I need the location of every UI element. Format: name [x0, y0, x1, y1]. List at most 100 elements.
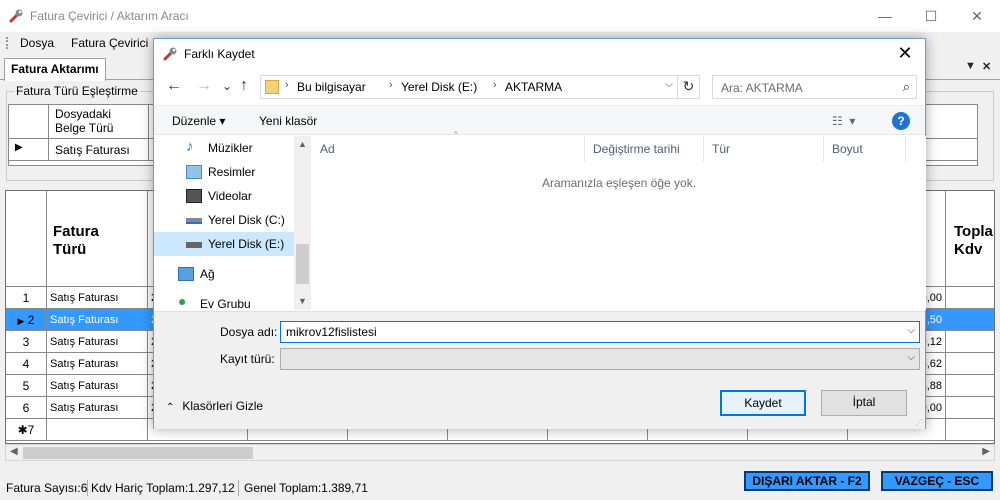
cell[interactable] [47, 419, 148, 441]
column-header-boyut[interactable]: Boyut [824, 136, 906, 162]
tab-fatura-aktarimi[interactable]: Fatura Aktarımı [4, 58, 106, 81]
maximize-button[interactable]: ☐ [908, 0, 954, 32]
cell[interactable] [946, 419, 994, 441]
file-type-select[interactable]: ⌵ [280, 348, 920, 370]
export-button[interactable]: DIŞARI AKTAR - F2 [744, 471, 870, 491]
chevron-down-icon[interactable]: ⌵ [907, 325, 915, 336]
nav-item-disk-c[interactable]: Yerel Disk (C:) [154, 208, 294, 232]
save-button[interactable]: Kaydet [720, 390, 806, 416]
status-kdv-haric: Kdv Hariç Toplam:1.297,12 [91, 481, 235, 495]
folder-icon [265, 80, 279, 94]
wrench-app-icon [9, 9, 23, 23]
scroll-up-icon[interactable]: ▲ [298, 139, 307, 149]
nav-item-label: Yerel Disk (E:) [208, 237, 285, 251]
new-folder-button[interactable]: Yeni klasör [259, 114, 317, 128]
nav-item-resimler[interactable]: Resimler [154, 160, 294, 184]
cell-fatura-turu[interactable]: Satış Faturası [47, 375, 148, 397]
help-icon[interactable]: ? [892, 112, 910, 130]
search-box[interactable]: Ara: AKTARMA ⌕ [712, 75, 917, 99]
row-number: 1 [6, 287, 47, 309]
cell-toplam-kdv[interactable] [946, 397, 994, 419]
file-list[interactable]: ⌃ Ad Değiştirme tarihi Tür Boyut Aramanı… [312, 130, 926, 310]
nav-item-label: Videolar [208, 189, 252, 203]
row-number: 3 [6, 331, 47, 353]
column-header-degistirme-tarihi[interactable]: Değiştirme tarihi [584, 136, 704, 162]
row-number: ▶ 2 [6, 309, 47, 331]
file-name-value: mikrov12fislistesi [286, 325, 377, 339]
dialog-close-icon[interactable]: ✕ [893, 43, 917, 64]
cell-toplam-kdv[interactable] [946, 353, 994, 375]
refresh-icon[interactable]: ↻ [677, 76, 699, 98]
cell-toplam-kdv[interactable] [946, 375, 994, 397]
resize-grip-icon[interactable]: ⋰ [915, 418, 923, 427]
nav-item-disk-e[interactable]: Yerel Disk (E:) [154, 232, 294, 256]
tab-dropdown-icon[interactable]: ▼ [965, 60, 976, 72]
file-type-label: Kayıt türü: [220, 352, 275, 366]
nav-item-label: Yerel Disk (C:) [208, 213, 285, 227]
breadcrumb-chevron-icon: › [389, 79, 393, 91]
breadcrumb-bu-bilgisayar[interactable]: Bu bilgisayar [297, 80, 366, 94]
nav-item-ag[interactable]: Ağ [154, 262, 294, 286]
app-title: Fatura Çevirici / Aktarım Aracı [30, 9, 189, 23]
nav-item-ev-grubu[interactable]: ● Ev Grubu [154, 292, 294, 310]
forward-arrow-icon[interactable]: → [196, 77, 212, 95]
cancel-button[interactable]: İptal [821, 390, 907, 416]
scroll-thumb[interactable] [296, 244, 309, 284]
cell-fatura-turu[interactable]: Satış Faturası [47, 309, 148, 331]
cell-fatura-turu[interactable]: Satış Faturası [47, 331, 148, 353]
nav-pane-scrollbar[interactable]: ▲ ▼ [294, 136, 311, 310]
hide-folders-toggle[interactable]: ⌃ Klasörleri Gizle [166, 399, 263, 413]
scroll-right-icon[interactable]: ▶ [982, 446, 990, 457]
vazgec-button[interactable]: VAZGEÇ - ESC [881, 471, 993, 491]
grid-header-fatura-turu[interactable]: Fatura Türü [47, 191, 148, 287]
back-arrow-icon[interactable]: ← [166, 77, 182, 95]
address-bar[interactable]: › Bu bilgisayar › Yerel Disk (E:) › AKTA… [260, 75, 700, 99]
cell-toplam-kdv[interactable] [946, 331, 994, 353]
nav-item-label: Müzikler [208, 141, 253, 155]
mapping-row-value[interactable]: Satış Faturası [49, 139, 149, 161]
nav-item-videolar[interactable]: Videolar [154, 184, 294, 208]
file-name-field[interactable]: mikrov12fislistesi ⌵ [280, 321, 920, 343]
tab-close-icon[interactable]: ✕ [982, 60, 991, 73]
column-header-ad[interactable]: Ad [312, 136, 584, 162]
mapping-grid-corner [9, 105, 49, 139]
grid-header-fatura-turu-label: Fatura Türü [53, 223, 99, 258]
breadcrumb-aktarma[interactable]: AKTARMA [505, 80, 562, 94]
row-number-label: 2 [27, 313, 35, 327]
chevron-up-icon: ⌃ [166, 402, 175, 413]
close-button[interactable]: ✕ [954, 0, 1000, 32]
cell-fatura-turu[interactable]: Satış Faturası [47, 353, 148, 375]
empty-message: Aramanızla eşleşen öğe yok. [541, 176, 697, 190]
organize-button[interactable]: Düzenle ▾ [172, 114, 225, 128]
drive-icon [186, 218, 202, 224]
scroll-thumb[interactable] [23, 447, 253, 459]
dialog-titlebar: Farklı Kaydet ✕ [154, 39, 925, 69]
column-header-tur[interactable]: Tür [704, 136, 824, 162]
grid-header-toplam-kdv[interactable]: Toplam Kdv [946, 191, 994, 287]
nav-item-muzikler[interactable]: ♪ Müzikler [154, 136, 294, 160]
cell-fatura-turu[interactable]: Satış Faturası [47, 397, 148, 419]
cell-toplam-kdv[interactable] [946, 287, 994, 309]
recent-locations-icon[interactable]: ⌄ [222, 79, 232, 93]
menu-fatura-cevirici[interactable]: Fatura Çevirici [71, 36, 148, 50]
up-arrow-icon[interactable]: ↑ [240, 77, 248, 95]
cell-toplam-kdv[interactable] [946, 309, 994, 331]
scroll-left-icon[interactable]: ◀ [10, 446, 18, 457]
search-input[interactable]: Ara: AKTARMA [721, 81, 803, 95]
breadcrumb-chevron-icon: › [493, 79, 497, 91]
cell-fatura-turu[interactable]: Satış Faturası [47, 287, 148, 309]
status-genel-toplam: Genel Toplam:1.389,71 [244, 481, 368, 495]
menu-dosya[interactable]: Dosya [20, 36, 54, 50]
organize-label: Düzenle [172, 114, 217, 128]
address-dropdown-icon[interactable]: ⌵ [665, 79, 673, 90]
view-options-icon[interactable]: ☷ ▾ [832, 114, 855, 128]
network-icon [178, 267, 194, 281]
breadcrumb-yerel-disk[interactable]: Yerel Disk (E:) [401, 80, 477, 94]
grid-horizontal-scrollbar[interactable]: ◀ ▶ [5, 444, 995, 461]
status-separator [87, 480, 88, 496]
chevron-down-icon[interactable]: ⌵ [907, 352, 915, 363]
minimize-button[interactable]: — [862, 0, 908, 32]
command-bar: Düzenle ▾ Yeni klasör ☷ ▾ ? [154, 105, 925, 135]
scroll-down-icon[interactable]: ▼ [298, 296, 307, 306]
music-icon: ♪ [186, 138, 194, 155]
